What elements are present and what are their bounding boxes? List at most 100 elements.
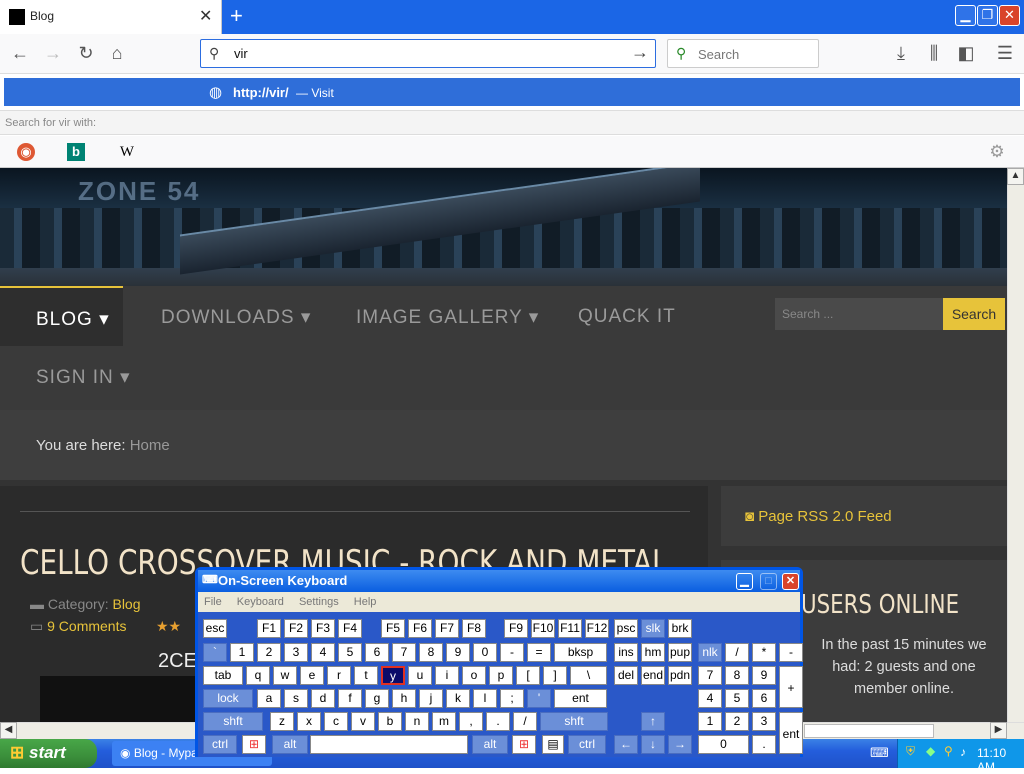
key-end[interactable]: end — [641, 666, 665, 685]
osk-maximize-icon[interactable]: □ — [760, 573, 777, 590]
key-alt[interactable]: alt — [472, 735, 508, 754]
key-4[interactable]: 4 — [311, 643, 335, 662]
key-F3[interactable]: F3 — [311, 619, 335, 638]
key-k[interactable]: k — [446, 689, 470, 708]
key-/[interactable]: / — [725, 643, 749, 662]
menu-key-icon[interactable]: ▤ — [542, 735, 564, 754]
video-thumbnail[interactable] — [40, 676, 200, 722]
forward-icon[interactable]: → — [41, 42, 65, 66]
search-settings-icon[interactable]: ⚙ — [988, 143, 1006, 161]
key-slk[interactable]: slk — [641, 619, 665, 638]
key-a[interactable]: a — [257, 689, 281, 708]
reload-icon[interactable]: ↻ — [74, 42, 98, 66]
osk-minimize-icon[interactable]: ▁ — [736, 573, 753, 590]
network-icon[interactable]: ◆ — [926, 744, 935, 758]
security-shield-icon[interactable]: ⛨ — [906, 744, 915, 759]
key-l[interactable]: l — [473, 689, 497, 708]
key-`[interactable]: ` — [203, 643, 227, 662]
search-bar[interactable]: ⚲ Search — [667, 39, 819, 68]
key-s[interactable]: s — [284, 689, 308, 708]
window-close-icon[interactable]: ✕ — [999, 5, 1020, 26]
key-F4[interactable]: F4 — [338, 619, 362, 638]
vertical-scrollbar[interactable]: ▲ — [1007, 168, 1024, 722]
key-'[interactable]: ' — [527, 689, 551, 708]
key-F7[interactable]: F7 — [435, 619, 459, 638]
key-,[interactable]: , — [459, 712, 483, 731]
key-v[interactable]: v — [351, 712, 375, 731]
key-F12[interactable]: F12 — [585, 619, 609, 638]
key-u[interactable]: u — [408, 666, 432, 685]
key-bksp[interactable]: bksp — [554, 643, 607, 662]
key-\[interactable]: \ — [570, 666, 607, 685]
key-9[interactable]: 9 — [446, 643, 470, 662]
key-7[interactable]: 7 — [698, 666, 722, 685]
key-i[interactable]: i — [435, 666, 459, 685]
key-F5[interactable]: F5 — [381, 619, 405, 638]
key-lock[interactable]: lock — [203, 689, 253, 708]
key-F9[interactable]: F9 — [504, 619, 528, 638]
bing-icon[interactable]: b — [67, 143, 85, 161]
key-b[interactable]: b — [378, 712, 402, 731]
scroll-up-icon[interactable]: ▲ — [1007, 168, 1024, 185]
key-ctrl[interactable]: ctrl — [203, 735, 237, 754]
key-8[interactable]: 8 — [419, 643, 443, 662]
key-nlk[interactable]: nlk — [698, 643, 722, 662]
key-f[interactable]: f — [338, 689, 362, 708]
key-2[interactable]: 2 — [257, 643, 281, 662]
menu-item-blog[interactable]: BLOG ▾ — [0, 286, 123, 346]
key-[[interactable]: [ — [516, 666, 540, 685]
key-d[interactable]: d — [311, 689, 335, 708]
key-3[interactable]: 3 — [284, 643, 308, 662]
key-w[interactable]: w — [273, 666, 297, 685]
osk-menu-help[interactable]: Help — [354, 596, 377, 608]
key-*[interactable]: * — [752, 643, 776, 662]
rating-stars[interactable]: ★★ — [156, 618, 181, 635]
key-z[interactable]: z — [270, 712, 294, 731]
key-F10[interactable]: F10 — [531, 619, 555, 638]
duckduckgo-icon[interactable]: ◉ — [17, 143, 35, 161]
arrow-left-icon[interactable]: ← — [614, 735, 638, 754]
key-alt[interactable]: alt — [272, 735, 308, 754]
key-7[interactable]: 7 — [392, 643, 416, 662]
volume-icon[interactable]: ♪ — [960, 745, 966, 759]
key-shft[interactable]: shft — [540, 712, 608, 731]
osk-menu-keyboard[interactable]: Keyboard — [237, 596, 284, 608]
key-ent[interactable]: ent — [779, 712, 803, 754]
sidebar-icon[interactable]: ◧ — [954, 42, 978, 66]
rss-feed-link[interactable]: ◙ Page RSS 2.0 Feed — [721, 486, 1007, 546]
scroll-left-icon[interactable]: ◀ — [0, 722, 17, 739]
key-g[interactable]: g — [365, 689, 389, 708]
key-0[interactable]: 0 — [473, 643, 497, 662]
keyboard-tray-icon[interactable]: ⌨ — [870, 745, 889, 761]
key-t[interactable]: t — [354, 666, 378, 685]
arrow-up-icon[interactable]: ↑ — [641, 712, 665, 731]
category-link[interactable]: Blog — [112, 596, 140, 612]
key-8[interactable]: 8 — [725, 666, 749, 685]
clock[interactable]: 11:10 AM — [977, 746, 1024, 774]
key-h[interactable]: h — [392, 689, 416, 708]
key-hm[interactable]: hm — [641, 643, 665, 662]
key-F1[interactable]: F1 — [257, 619, 281, 638]
key-2[interactable]: 2 — [725, 712, 749, 731]
key-3[interactable]: 3 — [752, 712, 776, 731]
space-bar[interactable] — [310, 735, 468, 754]
key-brk[interactable]: brk — [668, 619, 692, 638]
osk-menu-file[interactable]: File — [204, 596, 222, 608]
key-o[interactable]: o — [462, 666, 486, 685]
key-F2[interactable]: F2 — [284, 619, 308, 638]
osk-close-icon[interactable]: ✕ — [782, 573, 799, 590]
key-6[interactable]: 6 — [752, 689, 776, 708]
key-esc[interactable]: esc — [203, 619, 227, 638]
key-ins[interactable]: ins — [614, 643, 638, 662]
tab-blog[interactable]: Blog ✕ — [0, 0, 222, 34]
url-bar[interactable]: ⚲ vir → — [200, 39, 656, 68]
key-+[interactable]: + — [779, 666, 803, 708]
key-1[interactable]: 1 — [230, 643, 254, 662]
key-1[interactable]: 1 — [698, 712, 722, 731]
key--[interactable]: - — [500, 643, 524, 662]
key-c[interactable]: c — [324, 712, 348, 731]
key-j[interactable]: j — [419, 689, 443, 708]
key-F6[interactable]: F6 — [408, 619, 432, 638]
back-icon[interactable]: ← — [8, 42, 32, 66]
site-logo[interactable]: ZONE 54 — [78, 176, 200, 207]
